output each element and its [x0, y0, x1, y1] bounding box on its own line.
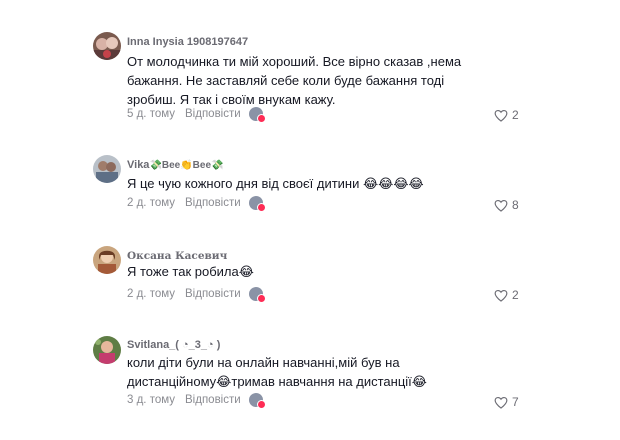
- like-count: 2: [512, 108, 519, 122]
- comment-text-body: тримав навчання на дистанції: [231, 374, 412, 389]
- reply-button[interactable]: Відповісти: [185, 197, 241, 209]
- like-button[interactable]: 2: [494, 288, 519, 302]
- creator-avatar-heart-icon: [248, 287, 266, 303]
- creator-avatar-heart-icon: [248, 393, 266, 409]
- avatar[interactable]: [93, 32, 121, 60]
- comment-text: Я тоже так робила😂: [127, 262, 487, 281]
- like-button[interactable]: 2: [494, 108, 519, 122]
- comment-meta: 5 д. тому Відповісти: [127, 107, 266, 123]
- comment-meta: 2 д. тому Відповісти: [127, 196, 266, 212]
- comment-text: коли діти були на онлайн навчанні,мій бу…: [127, 353, 487, 391]
- creator-avatar-heart-icon: [248, 196, 266, 212]
- comment-emoji: 😂: [238, 264, 254, 279]
- comment-age: 5 д. тому: [127, 108, 176, 120]
- comment-emoji: 😂: [411, 374, 427, 389]
- comment-text-body: Я тоже так робила: [127, 264, 239, 279]
- like-count: 2: [512, 288, 519, 302]
- username[interactable]: Оксана Касевич: [127, 250, 227, 262]
- comment-text: Я це чую кожного дня від своєї дитини 😂😂…: [127, 174, 487, 193]
- heart-outline-icon: [494, 199, 508, 212]
- username[interactable]: Vika💸Bee👏Bee💸: [127, 159, 223, 171]
- like-button[interactable]: 7: [494, 395, 519, 409]
- avatar[interactable]: [93, 155, 121, 183]
- reply-button[interactable]: Відповісти: [185, 108, 241, 120]
- reply-button[interactable]: Відповісти: [185, 394, 241, 406]
- comment-text: От молодчинка ти мій хороший. Все вірно …: [127, 54, 462, 107]
- username-emoji: 💸Bee👏Bee💸: [149, 160, 224, 171]
- heart-outline-icon: [494, 109, 508, 122]
- avatar[interactable]: [93, 336, 121, 364]
- username-text: Vika: [127, 159, 150, 171]
- username[interactable]: Svitlana_( ◔_3_◔ ): [127, 339, 220, 351]
- heart-outline-icon: [494, 289, 508, 302]
- comment-meta: 2 д. тому Відповісти: [127, 287, 266, 303]
- avatar[interactable]: [93, 246, 121, 274]
- comment-age: 2 д. тому: [127, 197, 176, 209]
- like-button[interactable]: 8: [494, 198, 519, 212]
- comment-text-body: Я це чую кожного дня від своєї дитини: [127, 176, 360, 191]
- comment-age: 2 д. тому: [127, 288, 176, 300]
- creator-avatar-heart-icon: [248, 107, 266, 123]
- username[interactable]: Inna Inysia 1908197647: [127, 36, 248, 48]
- heart-outline-icon: [494, 396, 508, 409]
- comment-emoji: 😂😂😂😂: [362, 176, 424, 191]
- like-count: 8: [512, 198, 519, 212]
- comment-age: 3 д. тому: [127, 394, 176, 406]
- comment-meta: 3 д. тому Відповісти: [127, 393, 266, 409]
- reply-button[interactable]: Відповісти: [185, 288, 241, 300]
- comment-emoji: 😂: [216, 374, 232, 389]
- like-count: 7: [512, 395, 519, 409]
